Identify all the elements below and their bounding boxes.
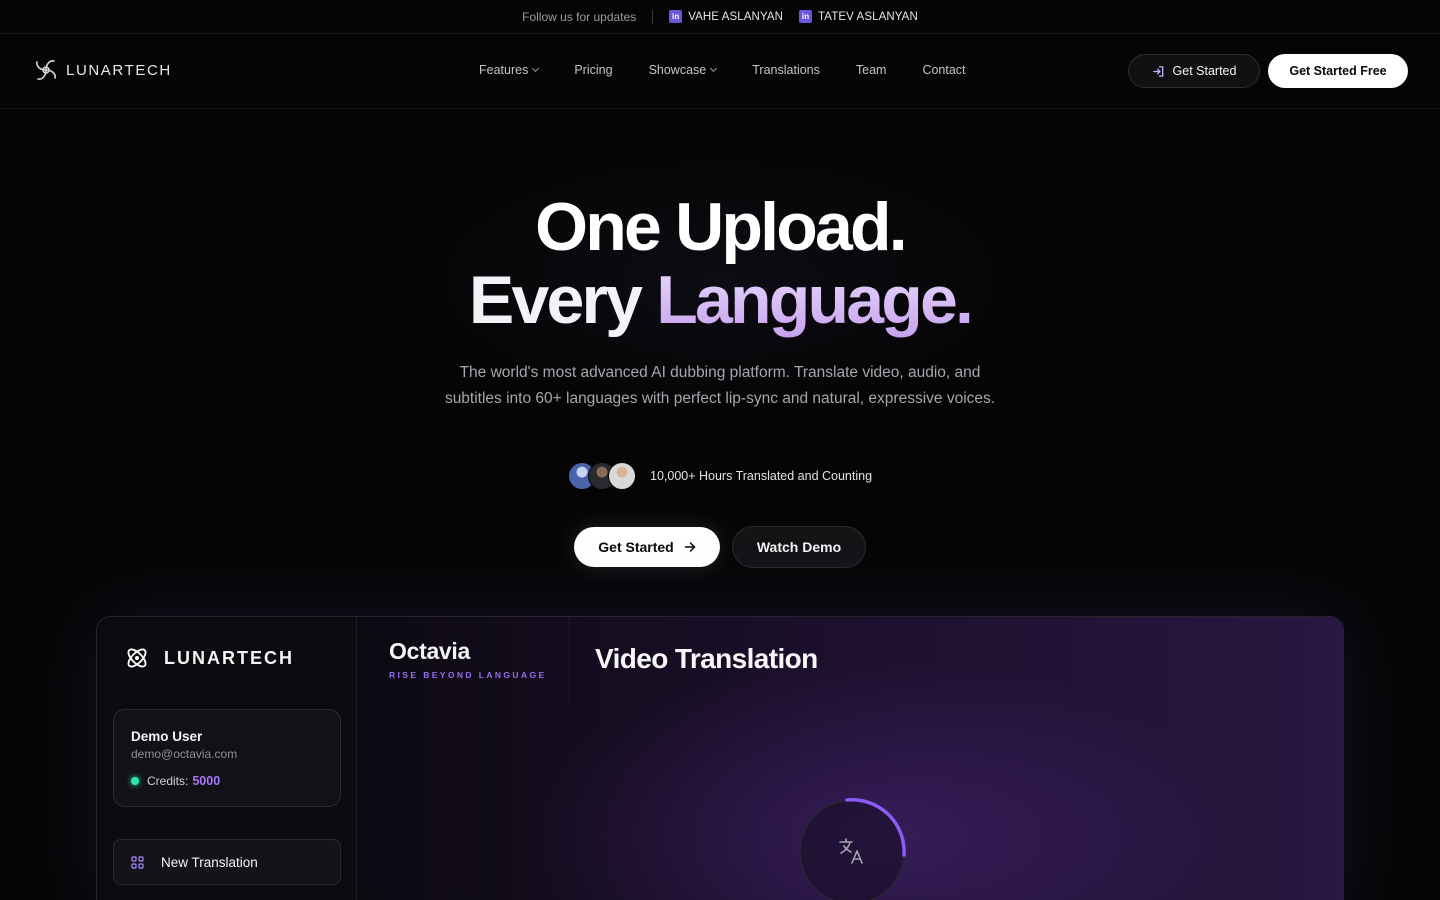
hero-subtitle: The world's most advanced AI dubbing pla… <box>444 364 996 407</box>
brand-tagline: RISE BEYOND LANGUAGE <box>389 670 547 680</box>
new-translation-button[interactable]: New Translation <box>113 839 341 885</box>
user-email: demo@octavia.com <box>131 747 238 761</box>
hero-headline-line-1: One Upload. <box>535 189 907 265</box>
main-navigation: LUNARTECH Features Pricing Showcase Tran… <box>0 34 1440 109</box>
grid-icon <box>131 855 144 869</box>
lunartech-swirl-icon <box>36 60 56 80</box>
headline-plain: Every <box>468 262 657 338</box>
button-label: New Translation <box>161 854 258 870</box>
status-dot-icon <box>131 777 139 785</box>
social-proof-text: 10,000+ Hours Translated and Counting <box>650 469 873 483</box>
nav-item-team[interactable]: Team <box>856 63 887 77</box>
hero-get-started-button[interactable]: Get Started <box>574 527 720 567</box>
preview-logo-text: LUNARTECH <box>164 647 294 668</box>
announcement-bar: Follow us for updates in VAHE ASLANYAN i… <box>0 0 1440 34</box>
credits-value: 5000 <box>192 774 221 788</box>
button-label: Watch Demo <box>756 539 842 555</box>
watch-demo-button[interactable]: Watch Demo <box>732 526 866 568</box>
linkedin-icon: in <box>799 10 813 23</box>
nav-links: Features Pricing Showcase Translations T… <box>479 63 966 77</box>
avatar-group <box>568 462 636 490</box>
credits-label: Credits: <box>147 774 189 788</box>
button-label: Get Started <box>598 539 674 555</box>
nav-item-label: Showcase <box>648 63 707 77</box>
get-started-free-button[interactable]: Get Started Free <box>1268 54 1408 88</box>
follow-text: Follow us for updates <box>522 9 637 24</box>
sign-in-icon <box>1152 65 1163 77</box>
nav-item-showcase[interactable]: Showcase <box>648 63 718 77</box>
nav-item-label: Contact <box>922 63 966 77</box>
logo[interactable]: LUNARTECH <box>32 56 172 84</box>
app-preview: LUNARTECH Demo User demo@octavia.com Cre… <box>96 616 1344 900</box>
logo-text: LUNARTECH <box>66 61 172 79</box>
nav-item-label: Team <box>855 63 887 77</box>
brand-name: Octavia <box>389 638 471 664</box>
loading-spinner <box>799 798 906 900</box>
headline-accent: Language. <box>656 262 974 338</box>
linkedin-icon: in <box>669 10 683 23</box>
preview-logo: LUNARTECH <box>124 645 294 671</box>
nav-item-pricing[interactable]: Pricing <box>574 63 612 77</box>
link-tatev-aslanyan[interactable]: in TATEV ASLANYAN <box>799 10 918 23</box>
credits: Credits: 5000 <box>131 774 220 788</box>
nav-item-label: Translations <box>752 63 820 77</box>
page-title: Video Translation <box>595 643 818 674</box>
nav-item-features[interactable]: Features <box>479 63 540 77</box>
social-proof: 10,000+ Hours Translated and Counting <box>568 462 872 490</box>
preview-brand: Octavia RISE BEYOND LANGUAGE <box>357 617 570 707</box>
button-label: Get Started Free <box>1289 64 1387 78</box>
link-label: TATEV ASLANYAN <box>818 10 918 23</box>
user-card[interactable]: Demo User demo@octavia.com Credits: 5000 <box>113 709 341 807</box>
arrow-right-icon <box>684 542 695 552</box>
nav-item-label: Features <box>479 63 529 77</box>
button-label: Get Started <box>1172 64 1237 78</box>
nav-item-label: Pricing <box>574 63 613 77</box>
link-label: VAHE ASLANYAN <box>688 10 784 23</box>
chevron-down-icon <box>532 64 540 73</box>
nav-item-contact[interactable]: Contact <box>922 63 965 77</box>
get-started-button[interactable]: Get Started <box>1128 54 1260 88</box>
user-name: Demo User <box>131 729 203 744</box>
chevron-down-icon <box>710 64 718 73</box>
preview-sidebar: LUNARTECH Demo User demo@octavia.com Cre… <box>97 617 357 900</box>
atom-icon <box>127 648 147 668</box>
divider <box>652 9 654 24</box>
avatar <box>608 462 636 490</box>
nav-item-translations[interactable]: Translations <box>752 63 820 77</box>
link-vahe-aslanyan[interactable]: in VAHE ASLANYAN <box>669 10 783 23</box>
hero-headline-line-2: Every Language. <box>0 264 1440 336</box>
